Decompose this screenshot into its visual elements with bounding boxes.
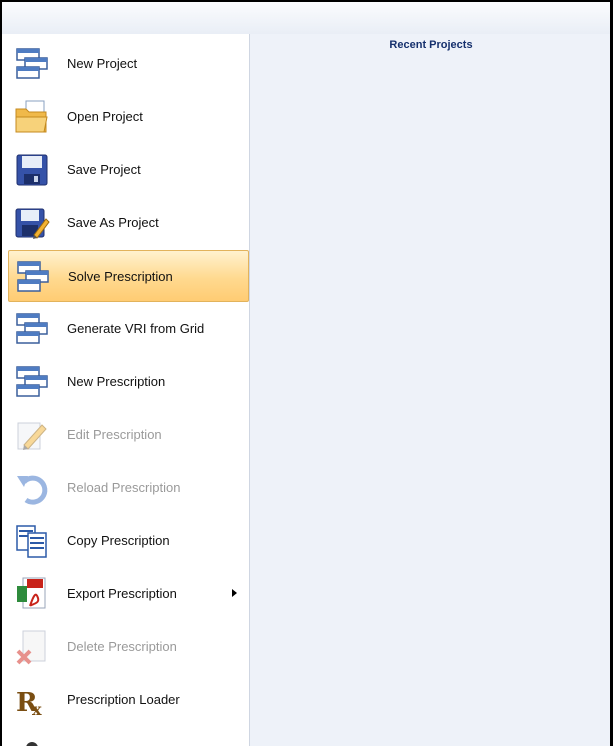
menu-item-label: New Project <box>67 56 138 71</box>
generate-vri-icon <box>14 311 50 347</box>
menu-item-label: Export Prescription <box>67 586 177 601</box>
menu-item-save-project[interactable]: Save Project <box>8 144 249 196</box>
svg-text:x: x <box>32 700 42 718</box>
menu-item-save-as-project[interactable]: Save As Project <box>8 197 249 249</box>
menu-item-label: Solve Prescription <box>68 269 173 284</box>
menu-item-solve-prescription[interactable]: Solve Prescription <box>8 250 249 302</box>
export-pdf-icon <box>14 576 50 612</box>
menu-item-reload-prescription[interactable]: Reload Prescription <box>8 462 249 514</box>
user-icon <box>14 735 50 746</box>
new-prescription-icon <box>14 364 50 400</box>
floppy-disk-icon <box>14 152 50 188</box>
recent-projects-title: Recent Projects <box>389 39 473 51</box>
menu-item-label: Copy Prescription <box>67 533 170 548</box>
reload-arrow-icon <box>14 470 50 506</box>
menu-item-open-project[interactable]: Open Project <box>8 91 249 143</box>
app-window: New Project Open Project Save Project Sa… <box>2 2 610 746</box>
delete-document-icon <box>14 629 50 665</box>
submenu-arrow-icon <box>232 589 237 597</box>
save-as-icon <box>14 205 50 241</box>
menu-item-edit-prescription[interactable]: Edit Prescription <box>8 409 249 461</box>
application-menu: New Project Open Project Save Project Sa… <box>2 34 249 746</box>
menu-item-label: Reload Prescription <box>67 480 181 495</box>
menu-item-label: Prescription Loader <box>67 692 180 707</box>
menu-item-new-project[interactable]: New Project <box>8 38 249 90</box>
new-project-icon <box>14 46 50 82</box>
recent-projects-panel: Recent Projects <box>249 34 610 746</box>
menu-item-label: Edit Prescription <box>67 427 162 442</box>
menu-item-label: Delete Prescription <box>67 639 177 654</box>
menu-item-export-prescription[interactable]: Export Prescription <box>8 568 249 620</box>
menu-item-label: Save Project <box>67 162 141 177</box>
open-folder-icon <box>14 99 50 135</box>
menu-item-new-prescription[interactable]: New Prescription <box>8 356 249 408</box>
rx-icon: R x <box>14 682 50 718</box>
copy-documents-icon <box>14 523 50 559</box>
menu-item-label: Save As Project <box>67 215 159 230</box>
menu-item-delete-prescription[interactable]: Delete Prescription <box>8 621 249 673</box>
menu-item-label: Generate VRI from Grid <box>67 321 205 336</box>
menu-item-generate-vri[interactable]: Generate VRI from Grid <box>8 303 249 355</box>
menu-item-label: Open Project <box>67 109 143 124</box>
solve-prescription-icon <box>15 259 51 295</box>
edit-pencil-icon <box>14 417 50 453</box>
menu-item-prescription-loader[interactable]: R x Prescription Loader <box>8 674 249 726</box>
menu-header-bar <box>2 2 610 35</box>
menu-item-copy-prescription[interactable]: Copy Prescription <box>8 515 249 567</box>
menu-item-partial[interactable] <box>8 727 249 746</box>
menu-item-label: New Prescription <box>67 374 166 389</box>
